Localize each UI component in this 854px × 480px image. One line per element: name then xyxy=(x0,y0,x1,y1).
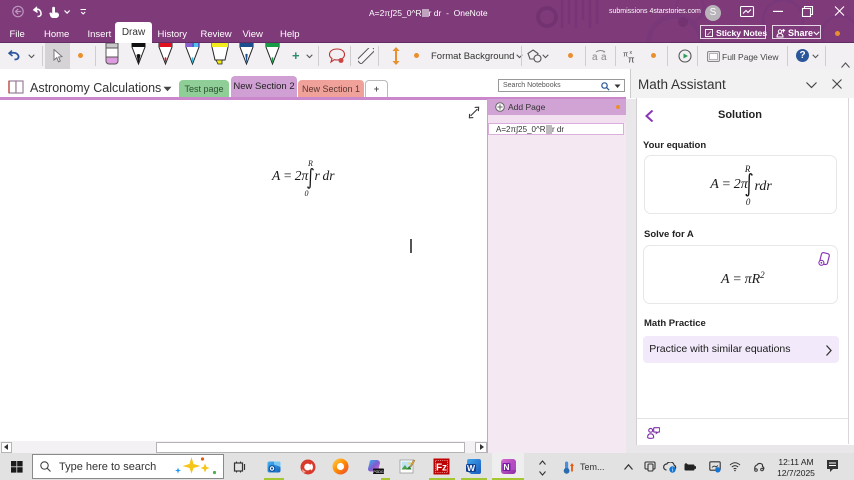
svg-text:PGDG: PGDG xyxy=(373,470,384,474)
svg-text:W: W xyxy=(467,463,476,473)
svg-text:π: π xyxy=(628,55,635,64)
svg-text:a: a xyxy=(592,52,598,63)
svg-text:Fz: Fz xyxy=(436,463,447,474)
svg-text:i: i xyxy=(672,468,673,473)
svg-text:N: N xyxy=(503,462,509,472)
svg-text:a: a xyxy=(601,52,607,63)
